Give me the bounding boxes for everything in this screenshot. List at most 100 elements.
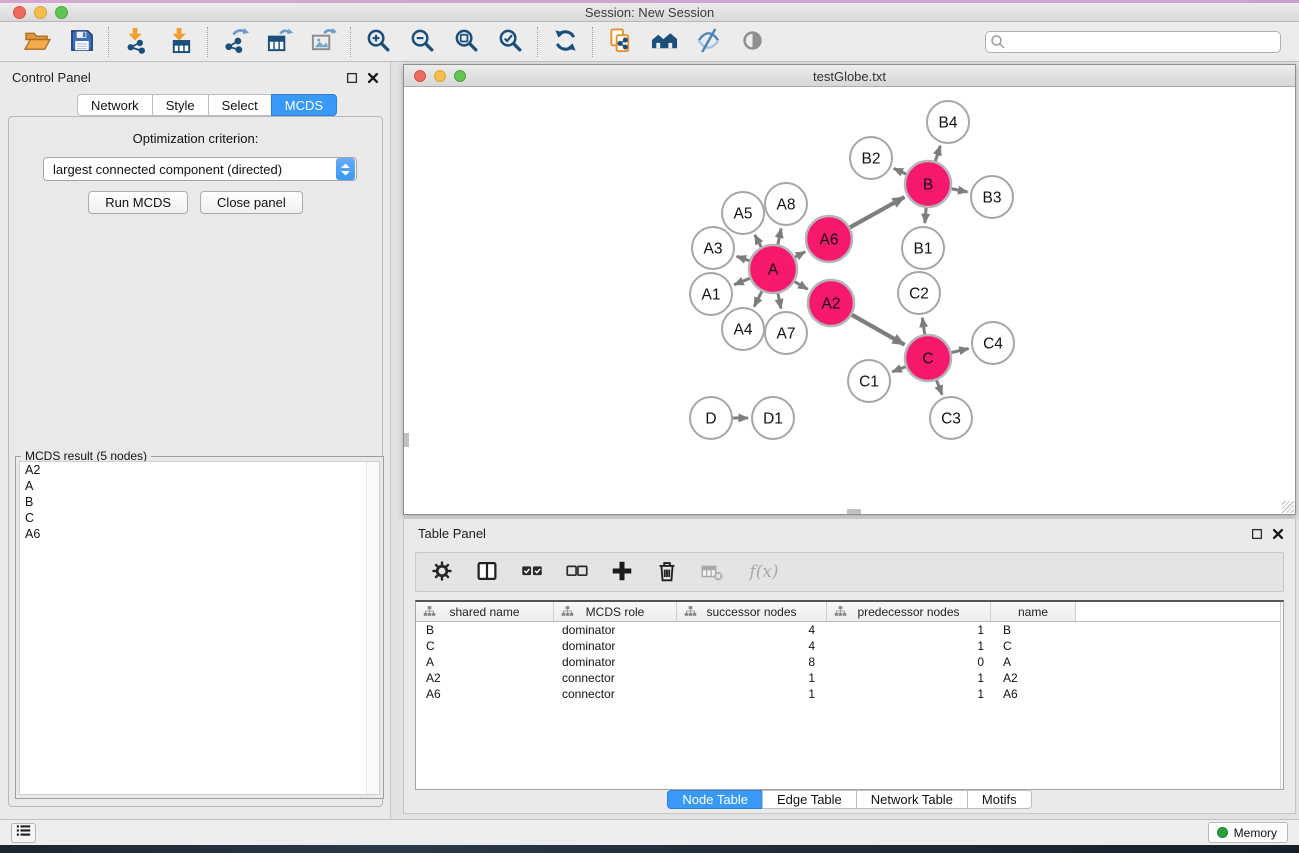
column-header-predecessor-nodes[interactable]: predecessor nodes bbox=[827, 602, 991, 621]
table-cell[interactable]: A2 bbox=[416, 670, 554, 686]
memory-button[interactable]: Memory bbox=[1208, 822, 1288, 843]
graph-node-B2[interactable]: B2 bbox=[850, 137, 892, 179]
table-row[interactable]: Cdominator41C bbox=[416, 638, 1283, 654]
graph-node-A5[interactable]: A5 bbox=[722, 192, 764, 234]
copy-network-button[interactable] bbox=[605, 27, 635, 57]
column-header-MCDS-role[interactable]: MCDS role bbox=[554, 602, 677, 621]
table-cell[interactable]: A bbox=[416, 654, 554, 670]
tab-edge-table[interactable]: Edge Table bbox=[762, 790, 857, 809]
table-cell[interactable]: A2 bbox=[991, 670, 1076, 686]
graph-node-D[interactable]: D bbox=[690, 397, 732, 439]
task-history-button[interactable] bbox=[11, 823, 36, 843]
deselect-all-button[interactable] bbox=[563, 558, 591, 586]
graph-node-A3[interactable]: A3 bbox=[692, 227, 734, 269]
graph-node-A8[interactable]: A8 bbox=[765, 183, 807, 225]
table-cell[interactable]: B bbox=[416, 622, 554, 638]
mcds-result-item[interactable]: C bbox=[20, 510, 379, 526]
table-cell[interactable]: 1 bbox=[677, 670, 827, 686]
table-cell[interactable]: 4 bbox=[677, 622, 827, 638]
table-cell[interactable]: 4 bbox=[677, 638, 827, 654]
delete-column-button[interactable] bbox=[653, 558, 681, 586]
graph-node-B3[interactable]: B3 bbox=[971, 176, 1013, 218]
graph-node-A4[interactable]: A4 bbox=[722, 308, 764, 350]
mcds-result-item[interactable]: B bbox=[20, 494, 379, 510]
table-cell[interactable]: 1 bbox=[827, 622, 991, 638]
graph-node-C1[interactable]: C1 bbox=[848, 360, 890, 402]
settings-button[interactable] bbox=[428, 558, 456, 586]
tab-network[interactable]: Network bbox=[77, 94, 153, 116]
table-row[interactable]: Adominator80A bbox=[416, 654, 1283, 670]
hide-eye-button[interactable] bbox=[693, 27, 723, 57]
graph-node-A[interactable]: A bbox=[749, 245, 797, 293]
table-row[interactable]: Bdominator41B bbox=[416, 622, 1283, 638]
add-column-button[interactable] bbox=[608, 558, 636, 586]
split-view-button[interactable] bbox=[473, 558, 501, 586]
table-cell[interactable]: connector bbox=[554, 686, 677, 702]
graph-node-C4[interactable]: C4 bbox=[972, 322, 1014, 364]
zoom-selected-button[interactable] bbox=[495, 27, 525, 57]
table-cell[interactable]: dominator bbox=[554, 622, 677, 638]
run-mcds-button[interactable]: Run MCDS bbox=[88, 191, 188, 214]
column-header-shared-name[interactable]: shared name bbox=[416, 602, 554, 621]
table-cell[interactable]: 1 bbox=[827, 686, 991, 702]
criterion-select[interactable]: largest connected component (directed) bbox=[43, 157, 357, 181]
graph-node-B4[interactable]: B4 bbox=[927, 101, 969, 143]
table-cell[interactable]: 1 bbox=[827, 638, 991, 654]
export-image-button[interactable] bbox=[308, 27, 338, 57]
zoom-out-button[interactable] bbox=[407, 27, 437, 57]
table-cell[interactable]: A6 bbox=[416, 686, 554, 702]
table-cell[interactable]: C bbox=[416, 638, 554, 654]
graph-node-B[interactable]: B bbox=[905, 161, 951, 207]
table-cell[interactable]: dominator bbox=[554, 654, 677, 670]
select-all-button[interactable] bbox=[518, 558, 546, 586]
table-cell[interactable]: 8 bbox=[677, 654, 827, 670]
horizontal-scroll-thumb[interactable] bbox=[847, 509, 861, 514]
close-panel-icon[interactable] bbox=[1271, 527, 1285, 541]
vertical-scroll-thumb[interactable] bbox=[404, 433, 409, 447]
refresh-button[interactable] bbox=[550, 27, 580, 57]
result-scrollbar[interactable] bbox=[366, 462, 379, 794]
table-scrollbar[interactable] bbox=[1280, 602, 1283, 789]
zoom-fit-button[interactable] bbox=[451, 27, 481, 57]
resize-grip[interactable] bbox=[1282, 501, 1294, 513]
tab-network-table[interactable]: Network Table bbox=[856, 790, 968, 809]
table-cell[interactable]: A6 bbox=[991, 686, 1076, 702]
close-panel-icon[interactable] bbox=[366, 71, 380, 85]
table-cell[interactable]: dominator bbox=[554, 638, 677, 654]
table-cell[interactable]: 1 bbox=[827, 670, 991, 686]
graph-node-C3[interactable]: C3 bbox=[930, 397, 972, 439]
destroy-table-button[interactable] bbox=[698, 558, 726, 586]
show-eye-button[interactable] bbox=[737, 27, 767, 57]
table-cell[interactable]: 1 bbox=[677, 686, 827, 702]
open-session-button[interactable] bbox=[22, 27, 52, 57]
graph-node-A2[interactable]: A2 bbox=[808, 280, 854, 326]
tab-style[interactable]: Style bbox=[152, 94, 209, 116]
table-row[interactable]: A2connector11A2 bbox=[416, 670, 1283, 686]
graph-node-B1[interactable]: B1 bbox=[902, 227, 944, 269]
float-panel-icon[interactable] bbox=[1250, 527, 1264, 541]
home-button[interactable] bbox=[649, 27, 679, 57]
graph-node-A7[interactable]: A7 bbox=[765, 312, 807, 354]
mcds-result-item[interactable]: A bbox=[20, 478, 379, 494]
table-cell[interactable]: connector bbox=[554, 670, 677, 686]
tab-motifs[interactable]: Motifs bbox=[967, 790, 1032, 809]
close-panel-button[interactable]: Close panel bbox=[200, 191, 303, 214]
tab-mcds[interactable]: MCDS bbox=[271, 94, 337, 116]
import-network-button[interactable] bbox=[121, 27, 151, 57]
mcds-result-item[interactable]: A6 bbox=[20, 526, 379, 542]
float-panel-icon[interactable] bbox=[345, 71, 359, 85]
graph-node-C[interactable]: C bbox=[905, 335, 951, 381]
graph-node-A6[interactable]: A6 bbox=[806, 216, 852, 262]
import-table-button[interactable] bbox=[165, 27, 195, 57]
table-cell[interactable]: 0 bbox=[827, 654, 991, 670]
tab-node-table[interactable]: Node Table bbox=[667, 790, 763, 809]
export-network-button[interactable] bbox=[220, 27, 250, 57]
graph-node-C2[interactable]: C2 bbox=[898, 272, 940, 314]
graph-node-A1[interactable]: A1 bbox=[690, 273, 732, 315]
mcds-result-item[interactable]: A2 bbox=[20, 462, 379, 478]
zoom-in-button[interactable] bbox=[363, 27, 393, 57]
table-cell[interactable]: C bbox=[991, 638, 1076, 654]
column-header-successor-nodes[interactable]: successor nodes bbox=[677, 602, 827, 621]
table-cell[interactable]: B bbox=[991, 622, 1076, 638]
column-header-name[interactable]: name bbox=[991, 602, 1076, 621]
